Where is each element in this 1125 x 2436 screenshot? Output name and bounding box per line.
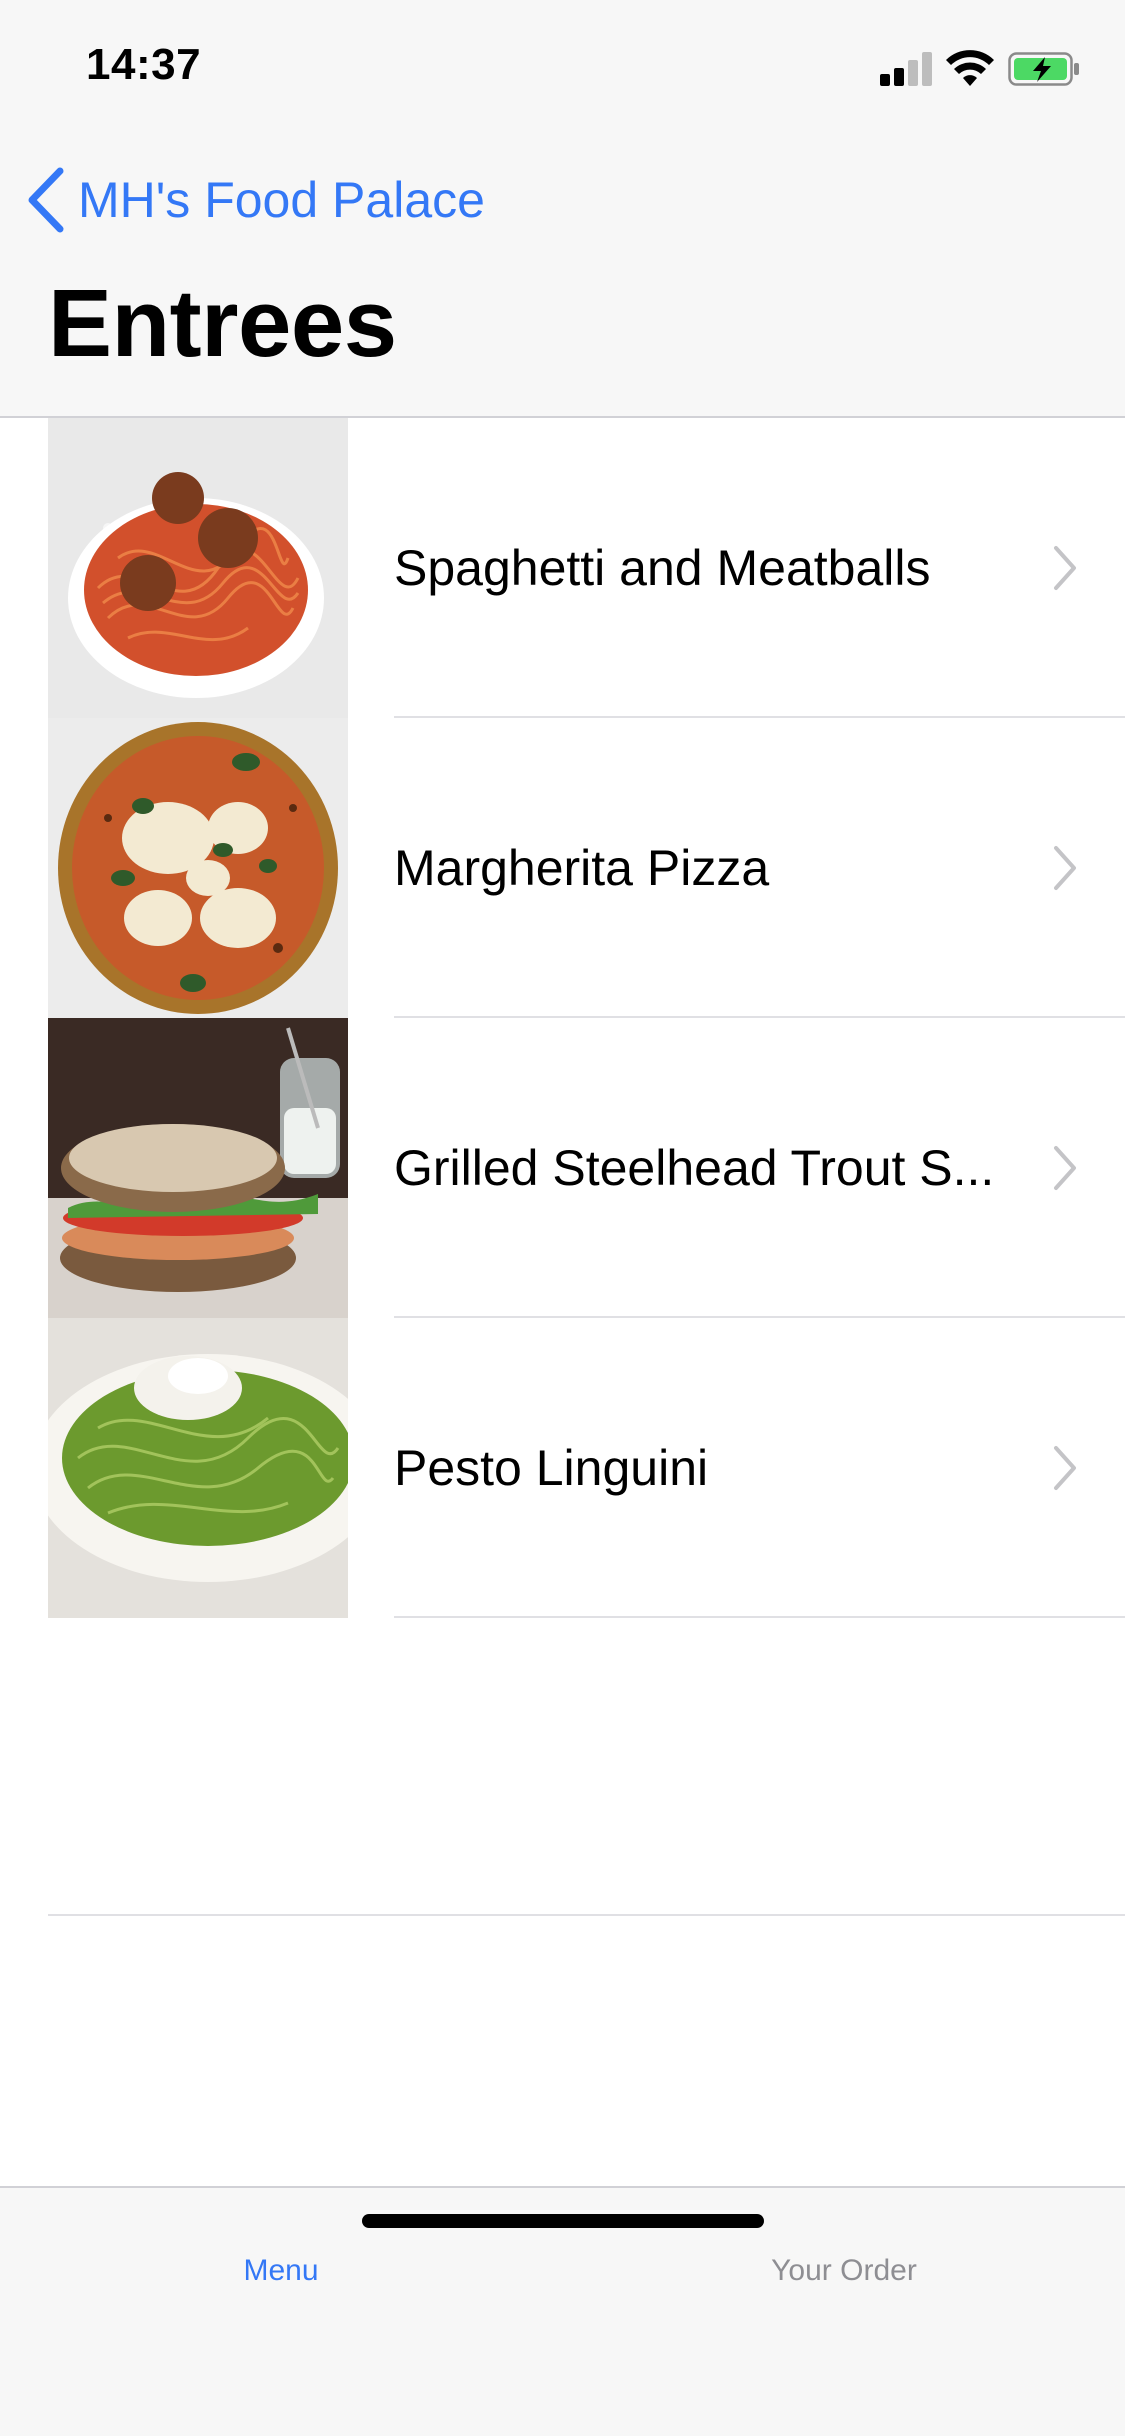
spaghetti-meatballs-photo <box>48 418 348 718</box>
tab-your-order[interactable]: Your Order <box>694 2254 994 2288</box>
tab-menu[interactable]: Menu <box>131 2254 431 2288</box>
menu-item-name: Spaghetti and Meatballs <box>394 540 931 596</box>
chevron-right-icon <box>1054 546 1076 590</box>
wifi-icon <box>946 50 994 86</box>
home-indicator[interactable] <box>362 2214 764 2228</box>
status-time: 14:37 <box>86 40 202 89</box>
back-button[interactable]: MH's Food Palace <box>24 160 485 240</box>
list-item[interactable]: Pesto Linguini <box>0 1318 1125 1618</box>
app-screen: 14:37 MH's Food Palace Entrees Spaghetti… <box>0 0 1125 2436</box>
chevron-right-icon <box>1054 1146 1076 1190</box>
entrees-list: Spaghetti and Meatballs Margherita Pizza… <box>0 418 1125 1618</box>
pesto-linguini-photo <box>48 1318 348 1618</box>
back-button-label: MH's Food Palace <box>78 172 485 228</box>
list-item[interactable]: Grilled Steelhead Trout S... <box>0 1018 1125 1318</box>
menu-item-name: Grilled Steelhead Trout S... <box>394 1140 995 1196</box>
empty-row-separator <box>48 1914 1125 1916</box>
row-separator <box>394 1616 1125 1618</box>
cellular-signal-icon <box>880 52 934 86</box>
list-item[interactable]: Spaghetti and Meatballs <box>0 418 1125 718</box>
chevron-left-icon <box>28 167 64 233</box>
menu-item-name: Pesto Linguini <box>394 1440 709 1496</box>
steelhead-trout-sandwich-photo <box>48 1018 348 1318</box>
chevron-right-icon <box>1054 846 1076 890</box>
battery-charging-icon <box>1008 52 1079 86</box>
navigation-header: 14:37 MH's Food Palace Entrees <box>0 0 1125 418</box>
margherita-pizza-photo <box>48 718 348 1018</box>
menu-item-name: Margherita Pizza <box>394 840 770 896</box>
chevron-right-icon <box>1054 1446 1076 1490</box>
page-title: Entrees <box>48 270 397 377</box>
list-item[interactable]: Margherita Pizza <box>0 718 1125 1018</box>
